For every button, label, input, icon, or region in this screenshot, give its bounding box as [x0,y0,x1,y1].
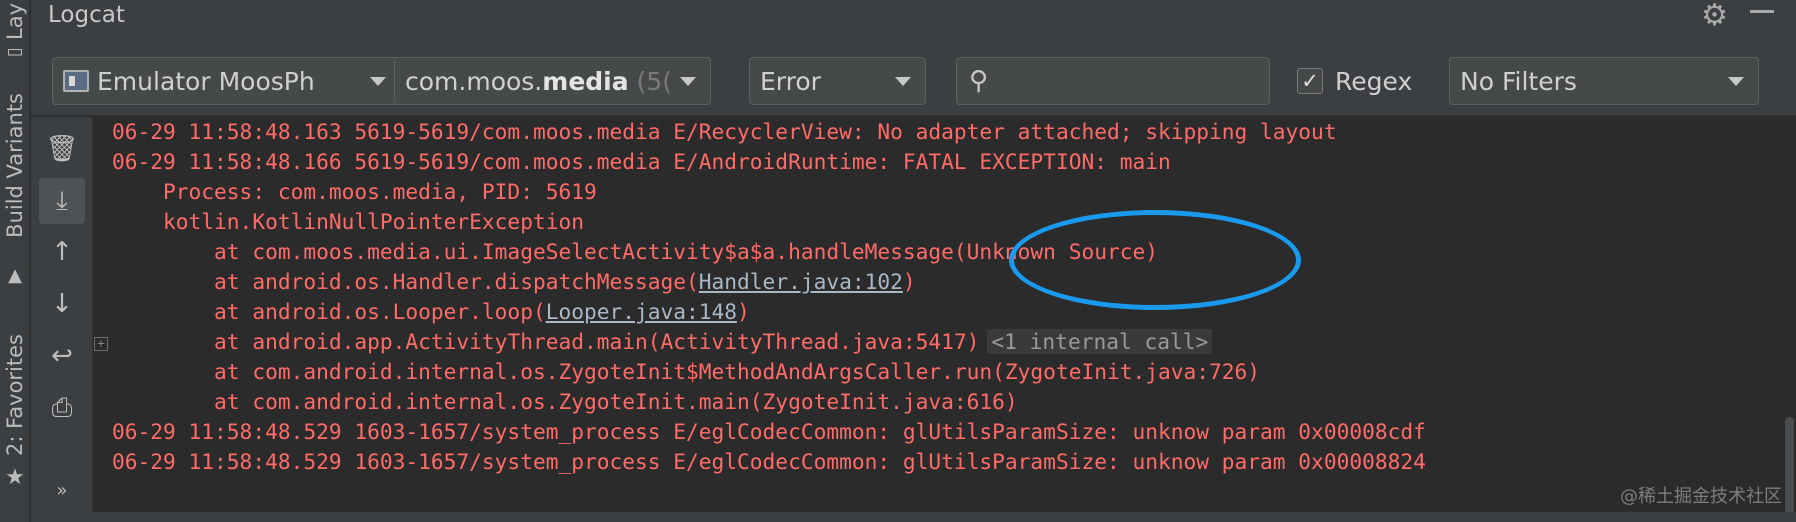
chevron-down-icon [1728,77,1744,86]
log-line: kotlin.KotlinNullPointerException [112,209,584,234]
expand-fold-icon[interactable]: + [94,337,108,351]
log-line: 06-29 11:58:48.163 5619-5619/com.moos.me… [112,119,1337,144]
log-output[interactable]: + 06-29 11:58:48.163 5619-5619/com.moos.… [94,117,1796,522]
more-actions-icon[interactable]: » [39,467,85,513]
log-line: at com.moos.media.ui.ImageSelectActivity… [112,239,1158,264]
log-line: Process: com.moos.media, PID: 5619 [112,179,597,204]
star-icon: ★ [5,464,25,490]
log-line: at android.os.Looper.loop(Looper.java:14… [112,299,750,324]
scrollbar-track[interactable] [1782,117,1796,522]
chevron-down-icon [370,77,386,86]
minimize-icon[interactable] [1750,10,1774,13]
filter-selector[interactable]: No Filters [1449,57,1759,105]
side-tab-favorites-label: 2: Favorites [3,334,27,456]
emulator-device-icon [63,70,89,92]
search-input[interactable] [1007,66,1257,96]
soft-wrap-icon[interactable]: ↩ [39,333,85,379]
logcat-toolbar: Emulator MoosPh com.moos.media (5( Error… [31,46,1796,116]
print-icon[interactable]: ⎙ [39,385,85,431]
process-selector[interactable]: com.moos.media (5( [394,57,711,105]
process-selector-value: com.moos.media (5( [405,66,672,96]
filter-selector-value: No Filters [1460,66,1577,96]
gear-icon[interactable]: ⚙ [1701,0,1728,33]
trash-icon[interactable]: 🗑 [39,126,85,172]
side-tool-strip: Lay ▭ Build Variants ▲ 2: Favorites ★ [0,0,30,522]
panel-title: Logcat [48,2,125,28]
logcat-action-column: 🗑 ⤓ ↑ ↓ ↩ ⎙ » [31,117,93,522]
side-tab-layout-label: Lay [3,2,27,40]
chevron-down-icon [895,77,911,86]
android-icon: ▲ [8,264,22,286]
chevron-down-icon [680,77,696,86]
log-level-value: Error [760,66,821,96]
arrow-up-icon[interactable]: ↑ [39,229,85,275]
regex-label: Regex [1335,66,1413,96]
log-line: 06-29 11:58:48.166 5619-5619/com.moos.me… [112,149,1171,174]
device-selector[interactable]: Emulator MoosPh [52,57,401,105]
search-icon[interactable]: ⚲ [969,66,988,96]
side-tab-layout[interactable]: Lay [0,0,30,42]
annotation-ellipse [1009,210,1301,310]
logcat-title-bar: Logcat ⚙ [31,0,1796,46]
side-tab-build-variants[interactable]: Build Variants [0,92,30,238]
log-line: 06-29 11:58:48.529 1603-1657/system_proc… [112,419,1426,444]
scroll-to-end-icon[interactable]: ⤓ [39,178,85,224]
scrollbar-thumb[interactable] [1785,417,1794,522]
log-search-box[interactable]: ⚲ [956,57,1270,105]
internal-call-fold[interactable]: <1 internal call> [987,329,1213,354]
watermark: @稀土掘金技术社区 [1620,486,1782,507]
log-level-selector[interactable]: Error [749,57,926,105]
regex-checkbox[interactable]: ✓ [1297,68,1323,94]
source-link[interactable]: Looper.java:148 [546,299,737,324]
log-line: at com.android.internal.os.ZygoteInit$Me… [112,359,1261,384]
log-line: 06-29 11:58:48.529 1603-1657/system_proc… [112,449,1426,474]
side-tab-favorites[interactable]: 2: Favorites [0,330,30,460]
layout-captures-icon: ▭ [6,40,24,62]
side-tab-build-variants-label: Build Variants [3,92,27,238]
log-line: at com.android.internal.os.ZygoteInit.ma… [112,389,1018,414]
log-line: at android.os.Handler.dispatchMessage(Ha… [112,269,916,294]
regex-toggle[interactable]: ✓ Regex [1297,57,1412,105]
device-selector-value: Emulator MoosPh [97,66,315,96]
bottom-edge [31,512,1796,522]
arrow-down-icon[interactable]: ↓ [39,281,85,327]
source-link[interactable]: Handler.java:102 [699,269,903,294]
log-line: at android.app.ActivityThread.main(Activ… [112,327,1213,357]
